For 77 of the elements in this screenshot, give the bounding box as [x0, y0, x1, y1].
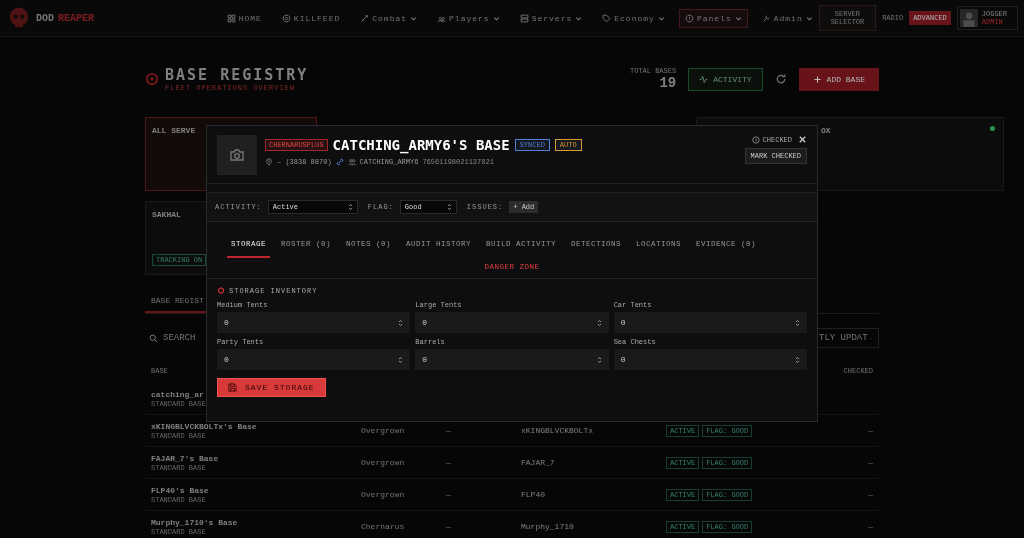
number-field[interactable]: 0 [415, 349, 609, 370]
avatar-icon [959, 9, 978, 27]
number-field[interactable]: 0 [415, 312, 609, 333]
target-icon [281, 13, 291, 23]
grid-icon [226, 13, 236, 23]
table-cell: — [868, 458, 873, 467]
table-cell: — [868, 522, 873, 531]
wrench-icon [761, 13, 771, 23]
search-field[interactable]: SEARCH [145, 328, 200, 348]
table-cell-text: Overgrown [361, 426, 406, 435]
table-cell-text: — [446, 490, 452, 499]
plus-icon [812, 74, 822, 84]
spinner-arrows-icon[interactable] [398, 318, 404, 327]
target-icon [145, 72, 159, 86]
table-cell-text: — [446, 426, 452, 435]
table-cell-text: — [446, 458, 452, 467]
spinner-arrows-icon[interactable] [347, 203, 353, 211]
refresh-icon[interactable] [774, 73, 787, 85]
status-dot [990, 126, 995, 131]
base-name[interactable]: Murphy_1710's Base [151, 517, 238, 527]
nav-item[interactable]: Economy [596, 8, 671, 28]
nav-item[interactable]: KILLFEED [275, 8, 347, 28]
table-cell-text: Overgrown [361, 490, 406, 499]
pulse-icon [699, 74, 709, 84]
card-title: SAKHAL [152, 210, 181, 219]
clock-icon [684, 13, 694, 23]
sword-icon [360, 13, 370, 23]
close-icon[interactable] [798, 135, 807, 144]
camera-icon [229, 147, 245, 163]
total-value: 19 [659, 75, 677, 91]
nav-item[interactable]: Admin [755, 8, 819, 28]
table-cell-text: FLP40 [521, 490, 546, 499]
base-name[interactable]: xKINGBLVCKBOLTx's Base [151, 421, 257, 431]
number-field[interactable]: 0 [217, 349, 411, 370]
number-field[interactable]: 0 [613, 349, 807, 370]
number-field[interactable]: 0 [217, 312, 411, 333]
card-title: ALL SERVE [152, 126, 196, 135]
tag-icon [602, 13, 612, 23]
activity-button[interactable]: ACTIVITY [688, 67, 763, 91]
people-icon [347, 158, 356, 166]
nav-item[interactable]: HOME [220, 8, 268, 28]
dialog-title: CATCHING_ARMY6'S BASE [332, 137, 510, 153]
search-icon [149, 333, 158, 343]
base-name[interactable]: FLP40's Base [151, 485, 209, 495]
save-storage-button[interactable]: SAVE STORAGE [217, 378, 326, 397]
table-cell-text: xKINGBLVCKBOLTx [521, 426, 594, 435]
table-cell-text: — [446, 522, 452, 531]
table-cell: — [868, 490, 873, 499]
table-cell-text: Murphy_1710 [521, 522, 575, 531]
base-name[interactable]: catching_ar [151, 389, 204, 399]
add-base-button[interactable]: ADD BASE [798, 67, 879, 91]
base-name[interactable]: FAJAR_7's Base [151, 453, 219, 463]
number-field[interactable]: 0 [613, 312, 807, 333]
nav-item[interactable]: Panels [678, 8, 748, 28]
nav-item[interactable]: Combat [354, 8, 424, 28]
spinner-arrows-icon[interactable] [795, 355, 800, 364]
spinner-arrows-icon[interactable] [596, 355, 602, 364]
link-icon[interactable] [335, 158, 344, 166]
nav-item[interactable]: Players [431, 8, 506, 28]
card-title: OX [821, 126, 831, 135]
clock-icon [751, 135, 760, 144]
server-icon [519, 13, 529, 23]
spinner-arrows-icon[interactable] [398, 355, 404, 364]
brand-name: DOD [36, 12, 54, 24]
spinner-arrows-icon[interactable] [446, 203, 452, 211]
table-cell-text: FAJAR_7 [521, 458, 556, 467]
spinner-arrows-icon[interactable] [596, 318, 602, 327]
photo-placeholder[interactable] [217, 135, 257, 175]
nav-item[interactable]: Servers [513, 8, 589, 28]
boxes-icon [217, 287, 225, 295]
table-cell: — [868, 426, 873, 435]
page-title: BASE REGISTRY [165, 66, 309, 84]
spinner-arrows-icon[interactable] [795, 318, 800, 327]
brand-accent: REAPER [58, 12, 95, 24]
table-cell-text: Overgrown [361, 458, 406, 467]
pin-icon [265, 158, 273, 166]
table-cell-text: Chernarus [361, 522, 406, 531]
